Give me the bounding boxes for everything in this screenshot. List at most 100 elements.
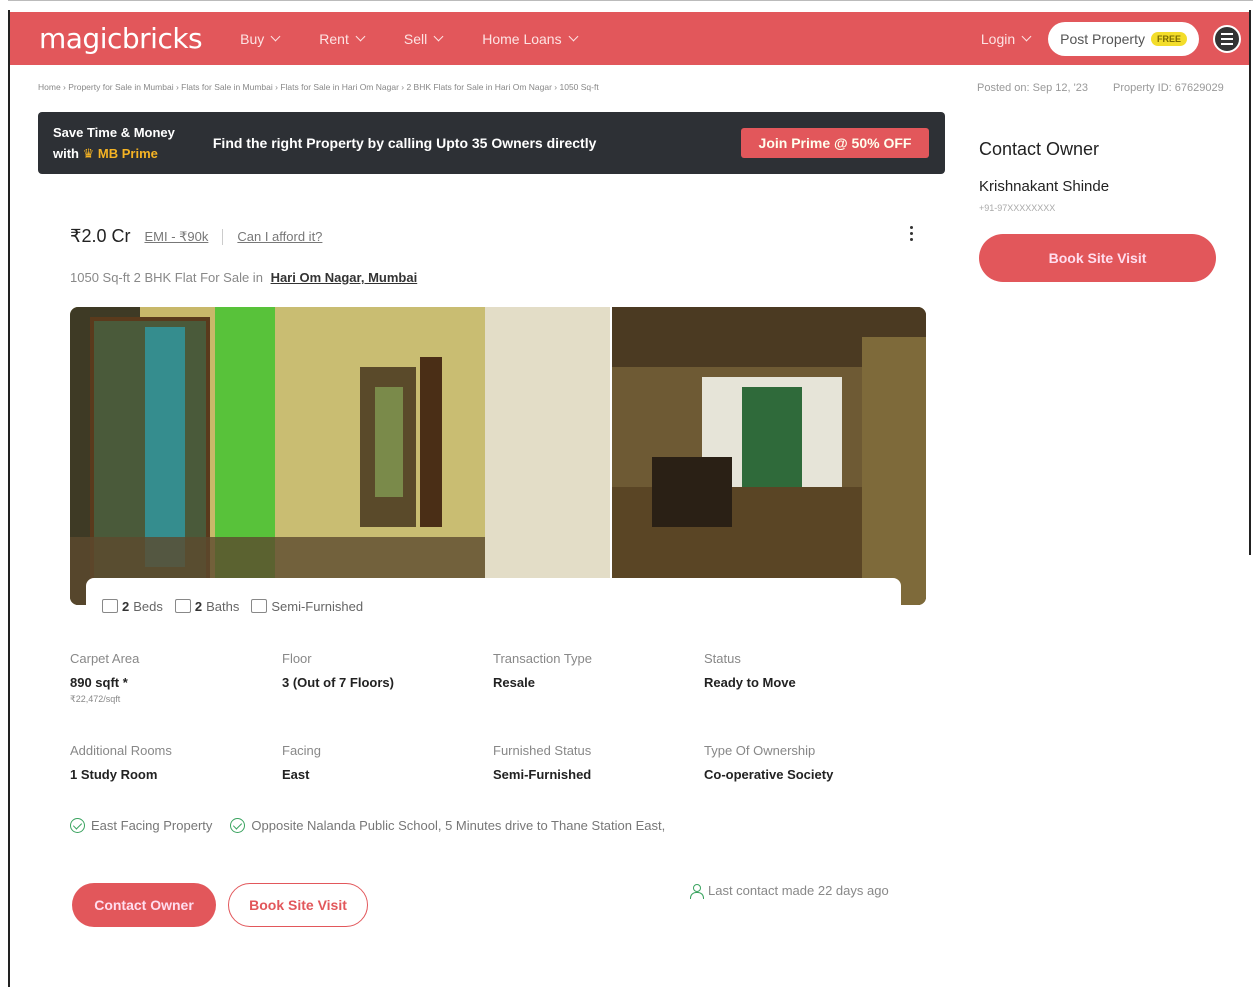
feature-list: East Facing Property Opposite Nalanda Pu… [70,818,665,833]
divider [222,228,224,245]
prime-banner: Save Time & Money with ♛ MB Prime Find t… [38,112,945,174]
post-property-label: Post Property [1060,30,1145,47]
spec-value: Ready to Move [704,675,796,690]
baths-label: Baths [206,598,240,614]
owner-phone: +91-97XXXXXXXX [979,203,1056,213]
post-property-button[interactable]: Post Property FREE [1048,21,1199,56]
breadcrumb[interactable]: Home › Property for Sale in Mumbai › Fla… [38,82,599,92]
prime-line1: Save Time & Money [53,125,175,140]
photo-gallery[interactable] [70,307,926,605]
login-label: Login [980,30,1016,47]
person-icon [690,883,704,899]
listing-subtitle: 1050 Sq-ft 2 BHK Flat For Sale in Hari O… [70,270,417,285]
furnishing-info: Semi-Furnished [251,599,363,614]
nav-buy-label: Buy [240,30,265,47]
spec-carpet-area: Carpet Area 890 sqft * ₹22,472/sqft [70,651,139,705]
prime-line2: with ♛ MB Prime [53,143,175,164]
crown-icon: ♛ [82,146,95,161]
nav-sell-label: Sell [403,30,428,47]
subtitle-text: 1050 Sq-ft 2 BHK Flat For Sale in [70,270,263,285]
feature-item: East Facing Property [70,818,212,833]
spec-value: 1 Study Room [70,767,158,782]
emi-link[interactable]: EMI - ₹90k [144,229,208,245]
prime-with: with [53,146,79,161]
baths-info: 2 Baths [174,598,240,614]
last-contact-text: Last contact made 22 days ago [708,883,889,898]
last-contact-info: Last contact made 22 days ago [690,883,889,899]
chevron-down-icon [270,31,281,42]
spec-status: Status Ready to Move [704,651,796,690]
spec-value: Resale [493,675,535,690]
spec-value: Semi-Furnished [493,767,592,782]
spec-ownership: Type Of Ownership Co-operative Society [704,743,833,782]
main-nav: Buy Rent Sell Home Loans [240,31,616,47]
nav-home-loans-label: Home Loans [482,30,562,47]
check-circle-icon [70,818,85,833]
prime-brand: MB Prime [97,146,158,161]
bed-icon [102,599,118,613]
beds-info: 2 Beds [102,599,163,614]
spec-value: East [282,767,310,782]
afford-link[interactable]: Can I afford it? [237,229,322,244]
window-left-edge [8,10,10,987]
spec-value: 890 sqft * [70,675,128,690]
prime-tagline: Save Time & Money with ♛ MB Prime [53,122,175,164]
top-navbar: magicbricks Buy Rent Sell Home Loans Log… [10,12,1249,65]
prime-message: Find the right Property by calling Upto … [212,135,597,151]
property-photo-1[interactable] [70,307,610,605]
spec-label: Additional Rooms [70,743,172,758]
nav-rent[interactable]: Rent [319,30,366,47]
spec-label: Floor [282,651,312,666]
nav-rent-label: Rent [319,30,349,47]
spec-label: Type Of Ownership [704,743,816,758]
amenities-bar: 2 Beds 2 Baths Semi-Furnished [86,578,901,634]
furnishing-label: Semi-Furnished [271,598,364,614]
price: ₹2.0 Cr [70,226,131,246]
contact-owner-button[interactable]: Contact Owner [72,883,216,927]
spec-floor: Floor 3 (Out of 7 Floors) [282,651,394,690]
nav-sell[interactable]: Sell [403,30,444,47]
bath-icon [174,599,191,613]
check-circle-icon [230,818,246,833]
spec-label: Transaction Type [493,651,592,666]
nav-home-loans[interactable]: Home Loans [482,30,579,47]
feature-item: Opposite Nalanda Public School, 5 Minute… [230,818,665,833]
sidebar-book-site-visit-button[interactable]: Book Site Visit [979,234,1216,282]
spec-subvalue: ₹22,472/sqft [70,694,121,704]
beds-count: 2 [122,598,130,614]
spec-value: Co-operative Society [704,767,834,782]
magicbricks-logo[interactable]: magicbricks [39,22,203,55]
price-row: ₹2.0 Cr EMI - ₹90k Can I afford it? [70,226,322,247]
free-badge: FREE [1150,31,1187,46]
more-options-icon[interactable] [908,226,914,241]
book-site-visit-button[interactable]: Book Site Visit [228,883,368,927]
listing-meta: Posted on: Sep 12, '23 Property ID: 6762… [977,82,1246,94]
spec-label: Furnished Status [493,743,592,758]
chevron-down-icon [433,31,444,42]
window-right-edge [1249,10,1251,555]
window-top-edge [8,0,1253,12]
furniture-icon [251,599,268,613]
spec-label: Status [704,651,741,666]
contact-owner-title: Contact Owner [979,139,1100,159]
property-photo-2[interactable] [612,307,926,605]
login-menu[interactable]: Login [980,30,1032,47]
header-actions: Login Post Property FREE [980,21,1241,56]
feature-text: Opposite Nalanda Public School, 5 Minute… [251,818,666,833]
nav-buy[interactable]: Buy [240,30,281,47]
spec-furnished-status: Furnished Status Semi-Furnished [493,743,591,782]
join-prime-button[interactable]: Join Prime @ 50% OFF [741,128,929,158]
baths-count: 2 [194,598,203,614]
feature-text: East Facing Property [91,818,213,833]
spec-additional-rooms: Additional Rooms 1 Study Room [70,743,172,782]
spec-label: Carpet Area [70,651,140,666]
spec-facing: Facing East [282,743,321,782]
spec-label: Facing [282,743,322,758]
chevron-down-icon [1021,31,1032,42]
beds-label: Beds [133,598,163,614]
property-id: Property ID: 67629029 [1113,82,1224,94]
posted-on: Posted on: Sep 12, '23 [977,82,1088,94]
hamburger-menu-icon[interactable] [1213,24,1241,53]
location-link[interactable]: Hari Om Nagar, Mumbai [271,270,418,285]
chevron-down-icon [568,31,579,42]
